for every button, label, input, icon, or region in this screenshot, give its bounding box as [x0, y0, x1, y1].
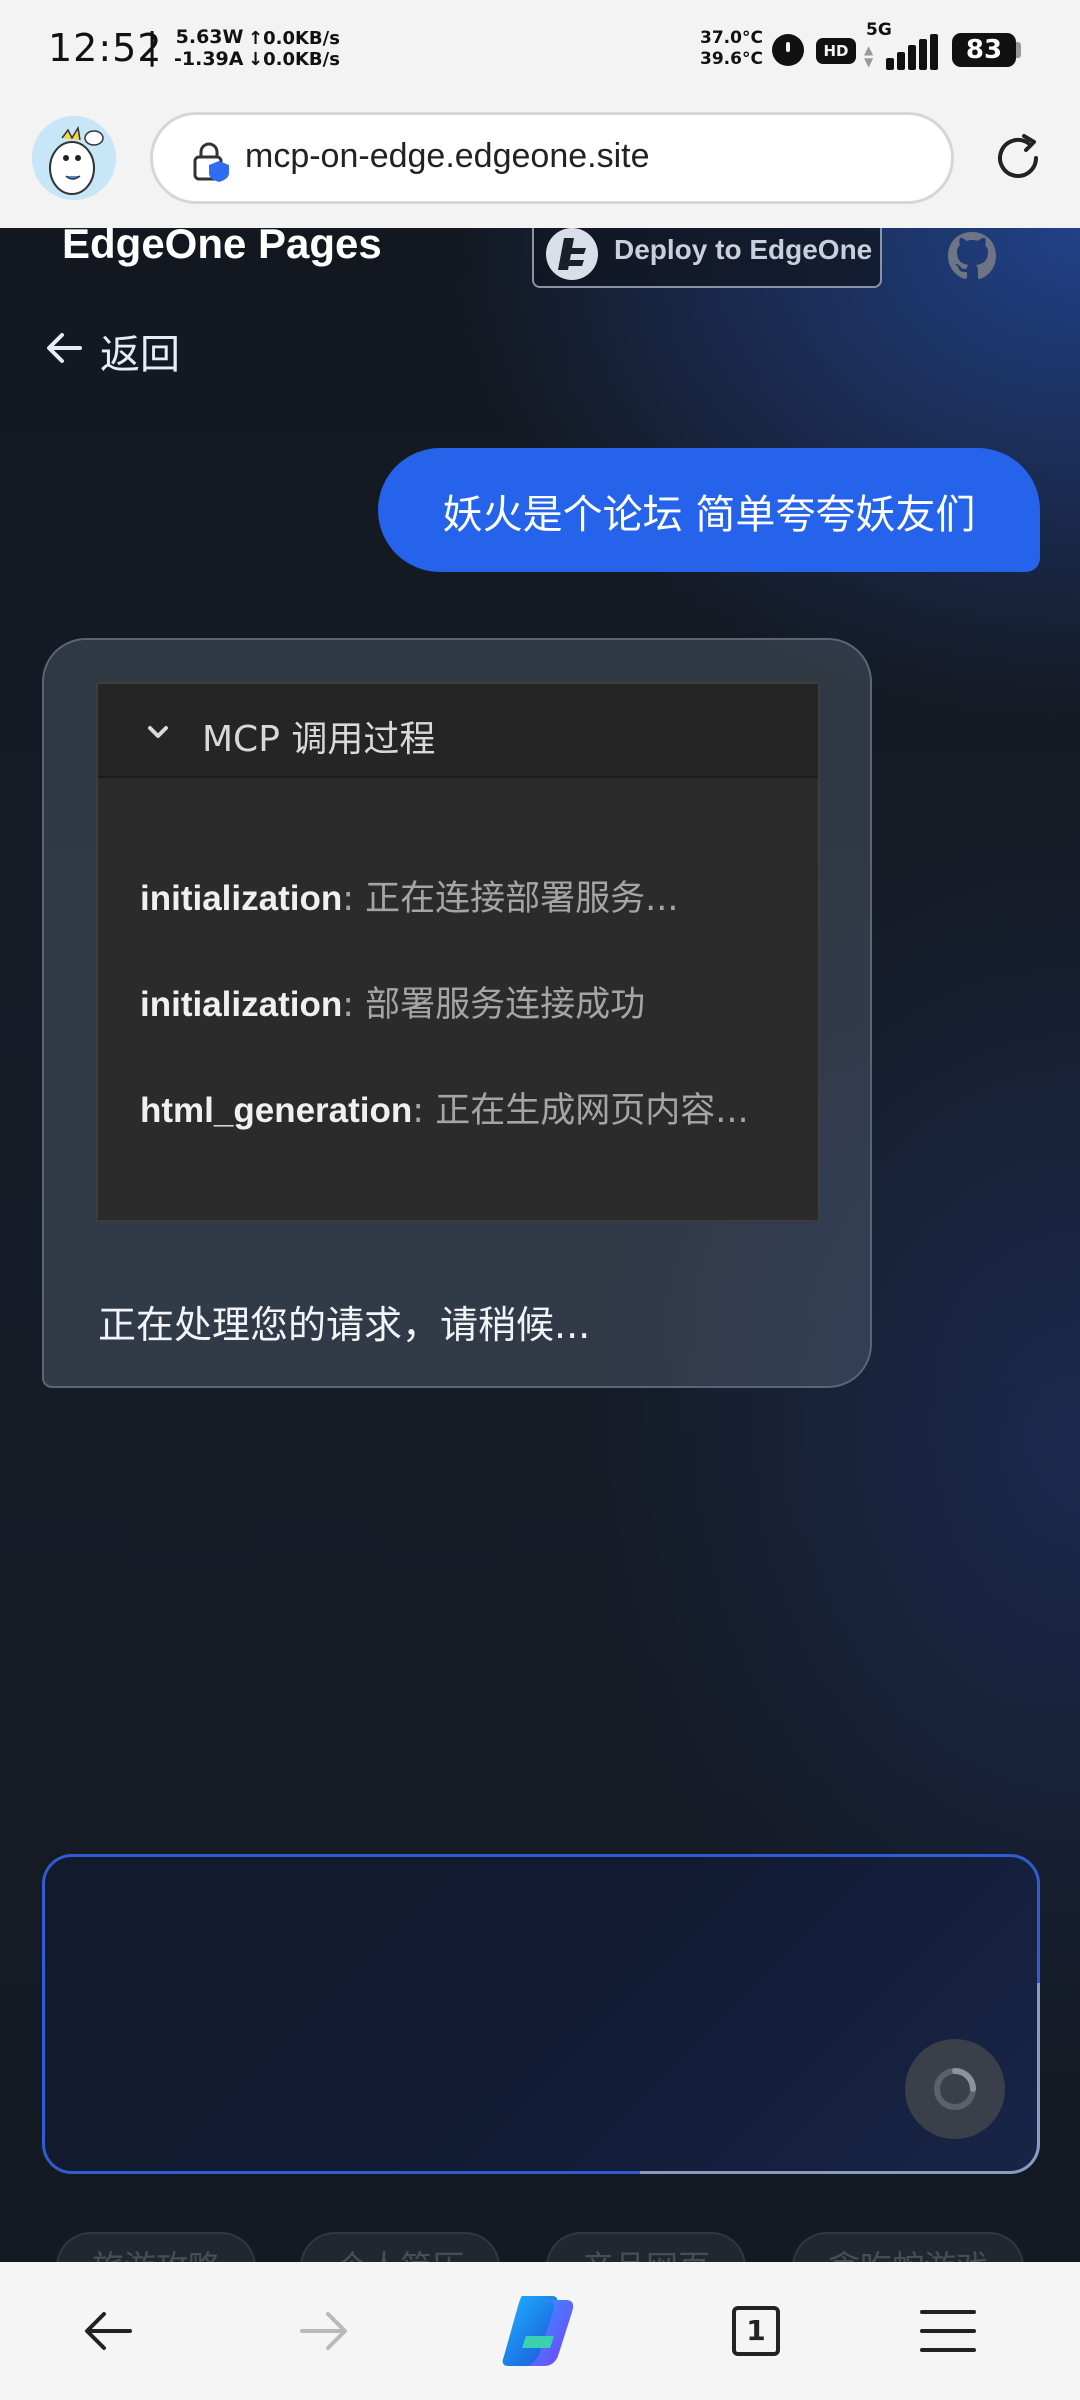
- forward-arrow-icon[interactable]: [296, 2306, 352, 2356]
- browser-address-bar: mcp-on-edge.edgeone.site: [0, 100, 1080, 228]
- mcp-process-panel: MCP 调用过程 initialization: 正在连接部署服务... ini…: [96, 682, 820, 1222]
- send-button[interactable]: [905, 2039, 1005, 2139]
- log-item: html_generation: 正在生成网页内容...: [140, 1082, 749, 1133]
- browser-bottom-nav: 1: [0, 2262, 1080, 2400]
- deploy-label: Deploy to EdgeOne: [614, 234, 873, 265]
- suggestion-chip[interactable]: 产品网页: [546, 2232, 746, 2262]
- log-separator: :: [342, 985, 366, 1025]
- menu-icon[interactable]: [920, 2308, 976, 2354]
- battery-icon: 83: [952, 33, 1016, 67]
- reload-icon[interactable]: [988, 128, 1048, 188]
- back-arrow-icon[interactable]: [80, 2306, 136, 2356]
- log-message: 部署服务连接成功: [365, 985, 646, 1025]
- temperature-2: 39.6°C: [700, 49, 763, 69]
- power-amps: -1.39A: [174, 48, 244, 70]
- status-separator: |: [146, 26, 159, 67]
- upload-speed: ↑0.0KB/s: [248, 28, 340, 49]
- power-watts: 5.63W: [175, 26, 244, 48]
- status-temperature: 37.0°C 39.6°C: [700, 28, 763, 70]
- log-item: initialization: 正在连接部署服务...: [140, 870, 679, 921]
- site-title[interactable]: EdgeOne Pages: [62, 228, 382, 268]
- chat-input[interactable]: [75, 1887, 895, 2137]
- copilot-icon[interactable]: [496, 2292, 582, 2370]
- suggestion-list: 旅游攻略 个人简历 产品网页 贪吃蛇游戏: [0, 2232, 1080, 2262]
- signal-icon: [886, 34, 938, 70]
- log-key: initialization: [140, 879, 343, 918]
- log-message: 正在连接部署服务...: [365, 879, 679, 919]
- mcp-panel-toggle[interactable]: MCP 调用过程: [98, 684, 818, 778]
- battery-tip: [1016, 42, 1021, 58]
- edgeone-logo-icon: [546, 228, 598, 280]
- log-item: initialization: 部署服务连接成功: [140, 976, 645, 1027]
- alarm-icon: [772, 34, 804, 66]
- hd-badge: HD: [816, 38, 856, 64]
- url-field[interactable]: mcp-on-edge.edgeone.site: [150, 112, 954, 204]
- user-message-bubble: 妖火是个论坛 简单夸夸妖友们: [378, 448, 1040, 572]
- github-icon[interactable]: [944, 228, 1000, 284]
- tabs-button[interactable]: 1: [732, 2306, 780, 2356]
- download-speed: ↓0.0KB/s: [248, 49, 340, 70]
- log-message: 正在生成网页内容...: [435, 1091, 749, 1131]
- log-separator: :: [342, 879, 366, 919]
- back-label: 返回: [100, 332, 180, 378]
- processing-status: 正在处理您的请求，请稍候...: [98, 1303, 591, 1347]
- chat-input-box: [42, 1854, 1040, 2174]
- status-net-speed: ↑0.0KB/s ↓0.0KB/s: [248, 28, 340, 70]
- log-separator: :: [412, 1091, 436, 1131]
- deploy-button[interactable]: Deploy to EdgeOne: [532, 228, 882, 288]
- log-key: initialization: [140, 985, 343, 1024]
- suggestion-chip[interactable]: 旅游攻略: [56, 2232, 256, 2262]
- assistant-message-bubble: MCP 调用过程 initialization: 正在连接部署服务... ini…: [42, 638, 872, 1388]
- avatar[interactable]: [32, 116, 116, 200]
- url-text: mcp-on-edge.edgeone.site: [245, 137, 650, 175]
- suggestion-chip[interactable]: 个人简历: [300, 2232, 500, 2262]
- chevron-down-icon: [148, 726, 168, 738]
- log-key: html_generation: [140, 1091, 413, 1130]
- lock-icon: [193, 142, 229, 182]
- suggestion-chip[interactable]: 贪吃蛇游戏: [792, 2232, 1024, 2262]
- temperature-1: 37.0°C: [700, 28, 763, 48]
- data-arrows-icon: ▲ ▼: [864, 43, 874, 69]
- mcp-panel-title: MCP 调用过程: [202, 719, 436, 760]
- arrow-left-icon: [47, 333, 82, 363]
- status-bar: 12:52 | 5.63W -1.39A ↑0.0KB/s ↓0.0KB/s 3…: [0, 0, 1080, 100]
- user-message-text: 妖火是个论坛 简单夸夸妖友们: [442, 492, 976, 538]
- spinner-icon: [934, 2068, 976, 2110]
- web-page: EdgeOne Pages Deploy to EdgeOne 返回 妖火是个论…: [0, 228, 1080, 2262]
- status-power: 5.63W -1.39A: [174, 26, 243, 70]
